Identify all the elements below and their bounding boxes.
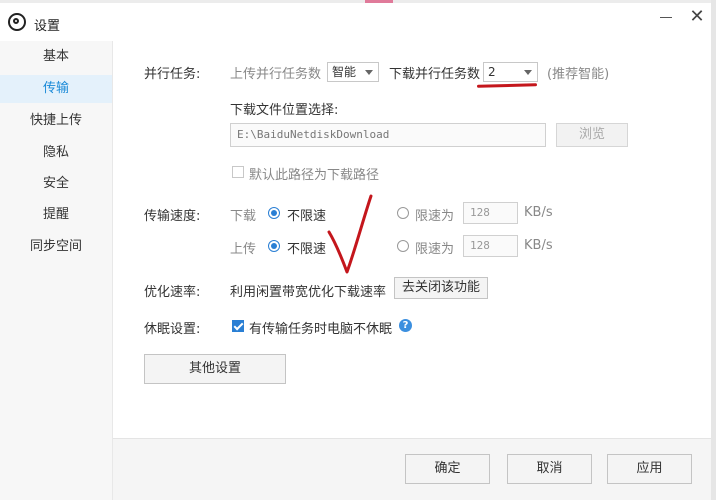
- download-unlimited-radio[interactable]: [268, 207, 280, 219]
- upload-unlimited-label: 不限速: [287, 242, 327, 257]
- browse-button[interactable]: 浏览: [556, 123, 628, 147]
- ok-button[interactable]: 确定: [405, 454, 490, 484]
- download-path-field[interactable]: E:\BaiduNetdiskDownload: [230, 123, 546, 147]
- chevron-down-icon: [365, 70, 373, 75]
- sidebar-item-sync-space[interactable]: 同步空间: [0, 233, 112, 261]
- baidu-netdisk-icon: [8, 13, 26, 31]
- download-limit-label: 限速为: [415, 209, 455, 224]
- upload-limit-label: 限速为: [415, 242, 455, 257]
- upload-limit-field[interactable]: 128: [463, 235, 518, 257]
- sidebar-item-reminder[interactable]: 提醒: [0, 201, 112, 229]
- minimize-button[interactable]: [654, 7, 678, 27]
- download-parallel-value: 2: [488, 65, 496, 79]
- default-path-checkbox[interactable]: [232, 166, 244, 178]
- chevron-down-icon: [524, 70, 532, 75]
- download-limit-unit: KB/s: [524, 205, 553, 220]
- sidebar-item-privacy[interactable]: 隐私: [0, 139, 112, 167]
- upload-speed-label: 上传: [230, 242, 257, 257]
- download-unlimited-label: 不限速: [287, 209, 327, 224]
- download-location-label: 下载文件位置选择:: [230, 103, 339, 118]
- sidebar-item-security[interactable]: 安全: [0, 170, 112, 198]
- annotation-checkmark: [327, 194, 373, 274]
- other-settings-button[interactable]: 其他设置: [144, 354, 286, 384]
- upload-unlimited-radio[interactable]: [268, 240, 280, 252]
- sidebar-item-transfer[interactable]: 传输: [0, 75, 112, 103]
- help-icon[interactable]: ?: [399, 319, 412, 332]
- no-sleep-checkbox[interactable]: [232, 320, 244, 332]
- title-bar: 设置 ✕: [0, 3, 716, 41]
- download-parallel-select[interactable]: 2: [483, 62, 538, 82]
- upload-parallel-value: 智能: [332, 65, 357, 79]
- download-limit-radio[interactable]: [397, 207, 409, 219]
- window-title: 设置: [34, 19, 61, 34]
- recommend-hint: (推荐智能): [547, 67, 610, 82]
- upload-parallel-select[interactable]: 智能: [327, 62, 379, 82]
- default-path-label: 默认此路径为下载路径: [249, 168, 380, 183]
- settings-content: 并行任务: 上传并行任务数 智能 下载并行任务数 2 (推荐智能) 下载文件位置…: [113, 41, 716, 438]
- download-parallel-label: 下载并行任务数: [389, 67, 481, 82]
- sidebar-item-quick-upload[interactable]: 快捷上传: [0, 107, 112, 135]
- upload-limit-unit: KB/s: [524, 238, 553, 253]
- dialog-footer: 确定 取消 应用: [113, 439, 716, 500]
- optimize-rate-text: 利用闲置带宽优化下载速率: [230, 285, 387, 300]
- apply-button[interactable]: 应用: [607, 454, 692, 484]
- cancel-button[interactable]: 取消: [507, 454, 592, 484]
- upload-limit-radio[interactable]: [397, 240, 409, 252]
- download-limit-field[interactable]: 128: [463, 202, 518, 224]
- close-icon: ✕: [689, 6, 705, 27]
- no-sleep-label: 有传输任务时电脑不休眠: [249, 322, 393, 337]
- window-edge: [711, 0, 716, 500]
- disable-optimize-button[interactable]: 去关闭该功能: [394, 277, 488, 299]
- parallel-tasks-label: 并行任务:: [144, 67, 201, 82]
- upload-parallel-label: 上传并行任务数: [230, 67, 322, 82]
- close-button[interactable]: ✕: [685, 5, 709, 29]
- transfer-speed-label: 传输速度:: [144, 209, 201, 224]
- settings-window: 设置 ✕ 基本 传输 快捷上传 隐私 安全 提醒 同步空间 并行任务: 上传并行…: [0, 0, 716, 500]
- sleep-settings-label: 休眠设置:: [144, 322, 201, 337]
- sidebar-item-basic[interactable]: 基本: [0, 43, 112, 71]
- optimize-rate-label: 优化速率:: [144, 285, 201, 300]
- download-speed-label: 下载: [230, 209, 257, 224]
- sidebar: 基本 传输 快捷上传 隐私 安全 提醒 同步空间: [0, 41, 113, 500]
